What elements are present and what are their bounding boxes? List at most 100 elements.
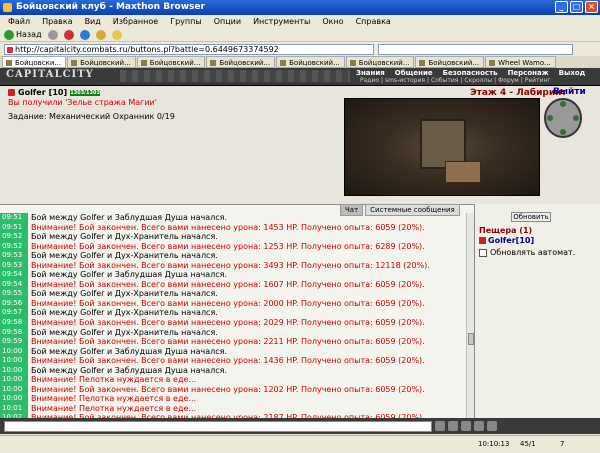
browser-tab[interactable]: Бойцовский... xyxy=(345,56,415,68)
chat-message: 09:53 Бой между Golfer и Дух-Хранитель на… xyxy=(0,251,466,261)
close-button[interactable]: × xyxy=(585,1,598,13)
quest-text: Задание: Механический Охранник 0/19 xyxy=(8,112,175,121)
nav-character[interactable]: Персонаж xyxy=(508,69,549,77)
message-time: 10:00 xyxy=(0,375,28,385)
character-level: [10] xyxy=(48,88,68,97)
message-time: 09:59 xyxy=(0,337,28,347)
clear-icon[interactable] xyxy=(461,421,471,431)
nav-communication[interactable]: Общение xyxy=(395,69,433,77)
menu-groups[interactable]: Группы xyxy=(170,15,201,28)
move-left-icon[interactable] xyxy=(547,115,553,121)
browser-tab[interactable]: Бойцовский... xyxy=(206,56,276,68)
message-time: 09:56 xyxy=(0,298,28,309)
settings-icon[interactable] xyxy=(487,421,497,431)
forward-arrow-icon xyxy=(47,29,58,40)
subnav-events[interactable]: События xyxy=(431,77,458,84)
browser-tab[interactable]: Бойцовский... xyxy=(276,56,345,68)
subnav-rating[interactable]: Рейтинг xyxy=(525,77,551,84)
game-header: CAPITALCITY Знания Общение Безопасность … xyxy=(0,68,600,86)
menu-options[interactable]: Опции xyxy=(214,15,241,28)
message-text: Внимание! Пелотка нуждается в еде... xyxy=(31,403,197,413)
chat-message: 10:00 Бой между Golfer и Заблудшая Душа н… xyxy=(0,346,466,357)
game-subnav: Радио | sms-история | События | Скроллы | Фо… xyxy=(360,77,551,84)
browser-tab[interactable]: Бойцовски... xyxy=(2,56,67,68)
clan-icon xyxy=(8,89,15,96)
minimize-button[interactable]: _ xyxy=(555,1,568,13)
message-text: Бой между Golfer и Дух-Хранитель начался… xyxy=(31,289,218,299)
subnav-sms[interactable]: sms-история xyxy=(385,77,425,84)
move-up-icon[interactable] xyxy=(560,101,566,107)
menu-window[interactable]: Окно xyxy=(322,15,343,28)
back-button[interactable]: Назад xyxy=(4,29,42,40)
nav-exit[interactable]: Выход xyxy=(559,69,586,77)
menu-view[interactable]: Вид xyxy=(85,15,101,28)
maximize-button[interactable]: □ xyxy=(570,1,583,13)
browser-tab[interactable]: Бойцовский... xyxy=(67,56,136,68)
message-time: 10:00 xyxy=(0,356,28,366)
tab-strip: Бойцовски... Бойцовский... Бойцовский...… xyxy=(0,56,600,68)
smiley-icon[interactable] xyxy=(435,421,445,431)
message-text: Внимание! Бой закончен. Всего вами нанес… xyxy=(31,384,425,394)
chat-message: 09:52 Бой между Golfer и Дух-Хранитель на… xyxy=(0,232,466,242)
refresh-icon xyxy=(79,29,90,40)
subnav-forum[interactable]: Форум xyxy=(498,77,519,84)
online-character[interactable]: Golfer[10] xyxy=(479,236,534,245)
forward-button[interactable] xyxy=(47,29,58,40)
message-time: 09:51 xyxy=(0,222,28,233)
chat-message: 09:59 Внимание! Бой закончен. Всего вами … xyxy=(0,337,466,347)
window-titlebar: Бойцовский клуб - Maxthon Browser _ □ × xyxy=(0,0,600,15)
menu-file[interactable]: Файл xyxy=(8,15,30,28)
menu-help[interactable]: Справка xyxy=(356,15,391,28)
message-text: Внимание! Бой закончен. Всего вами нанес… xyxy=(31,222,425,232)
search-input[interactable] xyxy=(378,44,573,55)
message-text: Бой между Golfer и Дух-Хранитель начался… xyxy=(31,232,218,242)
message-time: 10:00 xyxy=(0,365,28,376)
message-text: Внимание! Бой закончен. Всего вами нанес… xyxy=(31,279,425,289)
maxthon-icon xyxy=(3,3,12,12)
message-text: Бой между Golfer и Заблудшая Душа началс… xyxy=(31,270,228,280)
nav-security[interactable]: Безопасность xyxy=(443,69,498,77)
home-button[interactable] xyxy=(95,29,106,40)
message-text: Внимание! Бой закончен. Всего вами нанес… xyxy=(31,356,425,366)
message-text: Бой между Golfer и Дух-Хранитель начался… xyxy=(31,251,218,261)
move-right-icon[interactable] xyxy=(573,115,579,121)
chat-scrollbar[interactable] xyxy=(466,213,474,419)
game-logo: CAPITALCITY xyxy=(6,69,94,80)
auto-refresh-toggle[interactable]: Обновлять автомат. xyxy=(479,248,575,257)
character-name[interactable]: Golfer xyxy=(18,88,46,97)
refresh-button[interactable] xyxy=(79,29,90,40)
chat-message: 10:00 Внимание! Бой закончен. Всего вами … xyxy=(0,356,466,366)
move-down-icon[interactable] xyxy=(560,129,566,135)
exit-link[interactable]: Выйти xyxy=(553,87,586,97)
favorites-button[interactable] xyxy=(111,29,122,40)
message-time: 10:00 xyxy=(0,394,28,404)
chat-message: 09:54 Бой между Golfer и Заблудшая Душа н… xyxy=(0,270,466,280)
subnav-scrolls[interactable]: Скроллы xyxy=(464,77,492,84)
message-time: 09:54 xyxy=(0,270,28,280)
menu-tools[interactable]: Инструменты xyxy=(253,15,310,28)
stop-button[interactable] xyxy=(63,29,74,40)
nav-knowledge[interactable]: Знания xyxy=(356,69,385,77)
refresh-button[interactable]: Обновить xyxy=(511,212,551,222)
treasure-chest[interactable] xyxy=(445,161,481,183)
filter-icon[interactable] xyxy=(474,421,484,431)
character-line: Golfer [10] 1303/1303 xyxy=(8,88,101,97)
status-load: 45/1 xyxy=(520,440,536,448)
page-icon xyxy=(7,47,13,53)
star-icon xyxy=(111,29,122,40)
subnav-radio[interactable]: Радио xyxy=(360,77,379,84)
send-icon[interactable] xyxy=(448,421,458,431)
browser-tab[interactable]: Бойцовский... xyxy=(136,56,206,68)
message-text: Внимание! Пелотка нуждается в еде... xyxy=(31,375,197,385)
menu-edit[interactable]: Правка xyxy=(42,15,72,28)
browser-tab[interactable]: Бойцовский... xyxy=(415,56,485,68)
url-input[interactable]: http://capitalcity.combats.ru/buttons.pl… xyxy=(4,44,374,55)
movement-compass[interactable] xyxy=(544,98,582,138)
chat-message: 09:58 Бой между Golfer и Дух-Хранитель на… xyxy=(0,327,466,338)
menu-favorites[interactable]: Избранное xyxy=(113,15,158,28)
message-text: Внимание! Бой закончен. Всего вами нанес… xyxy=(31,337,425,347)
browser-tab[interactable]: Wheel Wamo... xyxy=(485,56,556,68)
chat-message: 09:54 Внимание! Бой закончен. Всего вами … xyxy=(0,279,466,290)
auto-refresh-checkbox[interactable] xyxy=(479,248,487,257)
chat-input[interactable] xyxy=(4,420,432,432)
